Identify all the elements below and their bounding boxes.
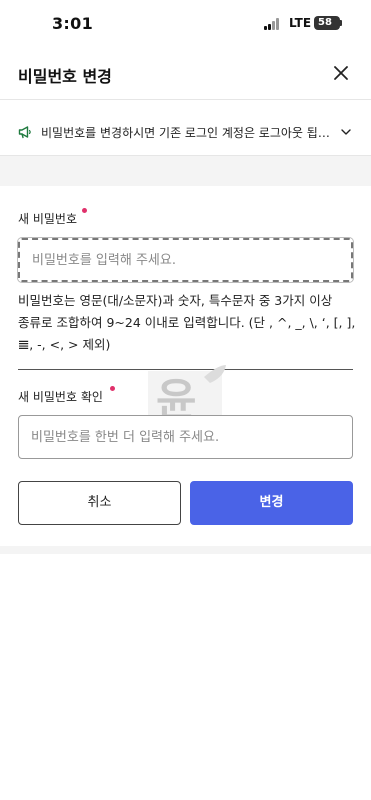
new-password-input[interactable]: [18, 238, 353, 282]
confirm-password-input[interactable]: [18, 415, 353, 459]
notice-text: 비밀번호를 변경하시면 기존 로그인 계정은 로그아웃 됩니다.: [41, 126, 331, 140]
change-button[interactable]: 변경: [190, 481, 353, 525]
chevron-down-icon: [341, 129, 351, 135]
header: 비밀번호 변경: [0, 46, 371, 100]
confirm-password-label: 새 비밀번호 확인: [18, 390, 103, 404]
battery-level: 58: [318, 17, 332, 28]
watermark-logo: 윤: [148, 365, 226, 421]
battery-tip: [340, 20, 342, 26]
cancel-button[interactable]: 취소: [18, 481, 181, 525]
section-separator-bottom: [0, 546, 371, 554]
signal-icon: [264, 18, 282, 30]
close-icon: [334, 66, 348, 80]
megaphone-icon: [18, 126, 31, 139]
close-button[interactable]: [326, 58, 356, 88]
network-label: LTE: [289, 16, 312, 30]
new-password-label: 새 비밀번호: [18, 212, 78, 226]
status-time: 3:01: [52, 14, 93, 33]
battery-icon: 58: [314, 16, 340, 30]
status-bar: 3:01 LTE 58: [0, 0, 371, 46]
notice-banner[interactable]: 비밀번호를 변경하시면 기존 로그인 계정은 로그아웃 됩니다.: [0, 108, 371, 156]
section-separator-top: [0, 156, 371, 186]
page-title: 비밀번호 변경: [18, 67, 112, 86]
required-indicator: [110, 386, 115, 391]
password-rule-hint: 비밀번호는 영문(대/소문자)과 숫자, 특수문자 중 3가지 이상 종류로 조…: [18, 293, 356, 352]
required-indicator: [82, 208, 87, 213]
